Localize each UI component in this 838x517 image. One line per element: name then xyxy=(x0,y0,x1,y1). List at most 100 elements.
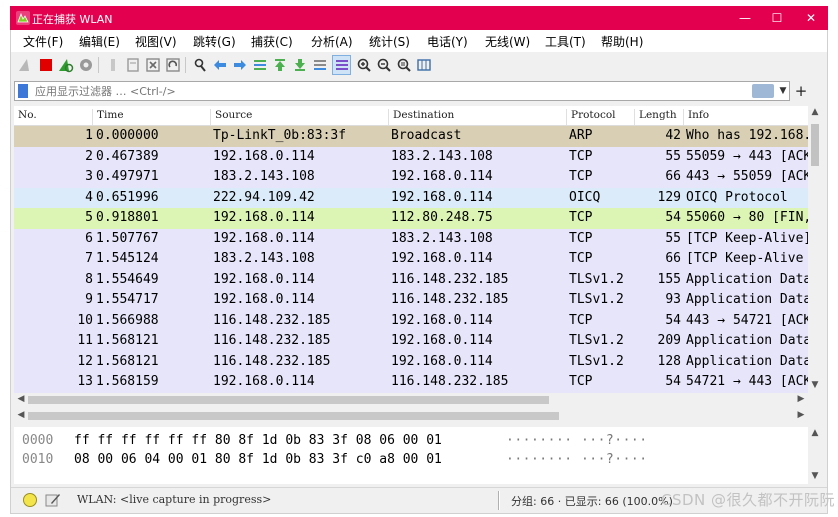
scroll-up-arrow-icon[interactable]: ▲ xyxy=(808,428,822,438)
maximize-button[interactable]: ☐ xyxy=(762,8,792,28)
minimize-button[interactable]: — xyxy=(730,8,760,28)
packet-protocol: TCP xyxy=(569,230,593,246)
capture-status-text: WLAN: <live capture in progress> xyxy=(77,493,272,506)
packet-number: 9 xyxy=(85,292,93,307)
packet-length: 42 xyxy=(665,128,681,143)
close-file-icon[interactable] xyxy=(143,55,162,75)
scroll-right-arrow-icon[interactable]: ▶ xyxy=(794,410,808,420)
scroll-down-arrow-icon[interactable]: ▼ xyxy=(808,471,822,481)
packet-row[interactable]: 12 1.568121 116.148.232.185 192.168.0.114 TL… xyxy=(14,351,808,372)
packet-row[interactable]: 4 0.651996 222.94.109.42 192.168.0.114 OICQ 1… xyxy=(14,187,808,208)
menu-capture[interactable]: 捕获(C) xyxy=(251,33,293,50)
packet-protocol: TCP xyxy=(569,169,593,184)
scroll-thumb[interactable] xyxy=(811,124,819,166)
packet-destination: 192.168.0.114 xyxy=(391,169,493,184)
column-header-no[interactable]: No. xyxy=(14,109,37,125)
column-header-destination[interactable]: Destination xyxy=(388,109,454,125)
stop-capture-icon[interactable] xyxy=(36,55,55,75)
bookmark-icon[interactable] xyxy=(18,84,28,98)
packet-row[interactable]: 9 1.554717 192.168.0.114 116.148.232.185 TLS… xyxy=(14,290,808,311)
column-header-source[interactable]: Source xyxy=(210,109,252,125)
zoom-normal-icon[interactable] xyxy=(394,55,413,75)
packet-list[interactable]: No. Time Source Destination Protocol Len… xyxy=(14,106,808,393)
bytes-ascii[interactable]: ········ ···?···· xyxy=(506,432,648,450)
go-first-icon[interactable] xyxy=(270,55,289,75)
packet-row[interactable]: 3 0.497971 183.2.143.108 192.168.0.114 TCP 66… xyxy=(14,167,808,188)
column-header-info[interactable]: Info xyxy=(683,109,709,125)
menu-telephony[interactable]: 电话(Y) xyxy=(427,33,468,50)
go-back-icon[interactable] xyxy=(210,55,229,75)
menu-edit[interactable]: 编辑(E) xyxy=(79,33,120,50)
bytes-hex[interactable]: ff ff ff ff ff ff 80 8f 1d 0b 83 3f 08 0… xyxy=(74,432,442,450)
capture-comment-edit-icon[interactable] xyxy=(45,492,61,508)
packet-info: 443 → 55059 [ACK] xyxy=(686,169,808,184)
column-header-length[interactable]: Length xyxy=(634,109,677,125)
find-packet-icon[interactable] xyxy=(190,55,209,75)
save-file-icon[interactable] xyxy=(123,55,142,75)
reload-file-icon[interactable] xyxy=(163,55,182,75)
packet-number: 2 xyxy=(85,148,93,164)
scroll-left-arrow-icon[interactable]: ◀ xyxy=(14,394,28,404)
main-toolbar xyxy=(11,52,827,79)
display-filter-input[interactable] xyxy=(35,83,725,99)
bytes-vertical-scrollbar[interactable]: ▲ ▼ xyxy=(808,427,822,484)
packet-row[interactable]: 6 1.507767 192.168.0.114 183.2.143.108 TCP 55… xyxy=(14,228,808,249)
menu-view[interactable]: 视图(V) xyxy=(135,33,177,50)
packet-info: 443 → 54721 [ACK] xyxy=(686,312,808,328)
scroll-right-arrow-icon[interactable]: ▶ xyxy=(794,394,808,404)
menu-go[interactable]: 跳转(G) xyxy=(193,33,236,50)
menu-tools[interactable]: 工具(T) xyxy=(545,33,586,50)
details-horizontal-scrollbar[interactable]: ◀ ▶ xyxy=(14,409,822,423)
packet-time: 0.651996 xyxy=(96,189,159,205)
close-button[interactable]: ✕ xyxy=(796,8,826,28)
filter-dropdown-icon[interactable]: ▼ xyxy=(777,83,789,99)
scroll-up-arrow-icon[interactable]: ▲ xyxy=(808,107,822,117)
restart-capture-icon[interactable] xyxy=(56,55,75,75)
menu-analyze[interactable]: 分析(A) xyxy=(311,33,353,50)
auto-scroll-icon[interactable] xyxy=(310,55,329,75)
go-last-icon[interactable] xyxy=(290,55,309,75)
packet-row[interactable]: 8 1.554649 192.168.0.114 116.148.232.185 TLS… xyxy=(14,269,808,290)
packet-list-vertical-scrollbar[interactable]: ▲ ▼ xyxy=(808,106,822,393)
apply-filter-arrow-icon[interactable] xyxy=(752,84,774,98)
colorize-icon[interactable] xyxy=(332,55,351,75)
packet-source: 116.148.232.185 xyxy=(213,353,331,369)
capture-options-icon[interactable] xyxy=(76,55,95,75)
packet-time: 0.918801 xyxy=(96,210,159,225)
column-header-time[interactable]: Time xyxy=(92,109,124,125)
packet-row[interactable]: 1 0.000000 Tp-LinkT_0b:83:3f Broadcast ARP 42… xyxy=(14,126,808,147)
packet-row[interactable]: 7 1.545124 183.2.143.108 192.168.0.114 TCP 66… xyxy=(14,249,808,270)
packet-list-horizontal-scrollbar[interactable]: ◀ ▶ xyxy=(14,393,822,407)
packet-row[interactable]: 13 1.568159 192.168.0.114 116.148.232.185 TC… xyxy=(14,372,808,393)
packet-row[interactable]: 10 1.566988 116.148.232.185 192.168.0.114 TC… xyxy=(14,310,808,331)
go-forward-icon[interactable] xyxy=(230,55,249,75)
packet-row[interactable]: 5 0.918801 192.168.0.114 112.80.248.75 TCP 54… xyxy=(14,208,808,229)
packet-time: 1.554649 xyxy=(96,271,159,287)
open-file-icon[interactable] xyxy=(103,55,122,75)
bytes-hex[interactable]: 08 00 06 04 00 01 80 8f 1d 0b 83 3f c0 a… xyxy=(74,451,442,469)
scroll-left-arrow-icon[interactable]: ◀ xyxy=(14,410,28,420)
packet-row[interactable]: 2 0.467389 192.168.0.114 183.2.143.108 TCP 55… xyxy=(14,146,808,167)
menu-file[interactable]: 文件(F) xyxy=(23,33,63,50)
zoom-in-icon[interactable] xyxy=(354,55,373,75)
packet-bytes-pane[interactable]: 0000 ff ff ff ff ff ff 80 8f 1d 0b 83 3f… xyxy=(14,427,808,484)
bytes-ascii[interactable]: ········ ···?···· xyxy=(506,451,648,469)
shark-fin-start-icon[interactable] xyxy=(16,55,35,75)
go-to-packet-icon[interactable] xyxy=(250,55,269,75)
expert-info-indicator-icon[interactable] xyxy=(23,493,37,507)
menu-statistics[interactable]: 统计(S) xyxy=(369,33,410,50)
packet-length: 209 xyxy=(657,333,681,348)
scroll-down-arrow-icon[interactable]: ▼ xyxy=(808,380,822,390)
packet-row[interactable]: 11 1.568121 116.148.232.185 192.168.0.114 TL… xyxy=(14,331,808,352)
menu-help[interactable]: 帮助(H) xyxy=(601,33,643,50)
menu-wireless[interactable]: 无线(W) xyxy=(485,33,530,50)
packet-protocol: TCP xyxy=(569,210,593,225)
scroll-thumb[interactable] xyxy=(28,396,549,404)
add-filter-button[interactable]: + xyxy=(794,81,808,101)
packet-number: 4 xyxy=(85,189,93,205)
resize-columns-icon[interactable] xyxy=(414,55,433,75)
column-header-protocol[interactable]: Protocol xyxy=(566,109,616,125)
packet-destination: 192.168.0.114 xyxy=(391,251,493,266)
scroll-thumb[interactable] xyxy=(28,412,559,420)
zoom-out-icon[interactable] xyxy=(374,55,393,75)
